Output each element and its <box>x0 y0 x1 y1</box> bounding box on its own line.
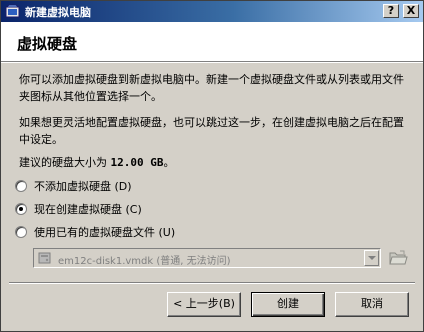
hard-disk-icon <box>38 252 51 264</box>
create-disk-option[interactable]: 现在创建虚拟硬盘 (C) <box>15 201 142 217</box>
virtualbox-icon <box>5 4 20 18</box>
folder-open-icon[interactable] <box>387 248 409 268</box>
create-disk-label[interactable]: 现在创建虚拟硬盘 (C) <box>34 201 142 217</box>
footer-divider <box>9 282 415 284</box>
page-title: 虚拟硬盘 <box>17 35 78 53</box>
description-paragraph: 你可以添加虚拟硬盘到新虚拟电脑中。新建一个虚拟硬盘文件或从列表或用文件夹图标从其… <box>19 73 404 103</box>
wizard-header: 虚拟硬盘 <box>1 22 423 61</box>
cancel-button[interactable]: 取消 <box>335 292 409 317</box>
recommended-suffix: 。 <box>163 156 175 169</box>
no-disk-radio[interactable] <box>15 180 27 192</box>
existing-disk-label[interactable]: 使用已有的虚拟硬盘文件 (U) <box>34 224 175 240</box>
create-disk-radio[interactable] <box>15 203 27 215</box>
existing-disk-option[interactable]: 使用已有的虚拟硬盘文件 (U) <box>15 224 175 240</box>
existing-disk-value: em12c-disk1.vmdk (普通, 无法访问) <box>58 256 231 267</box>
chevron-down-icon[interactable] <box>364 250 379 266</box>
title-bar[interactable]: 新建虚拟电脑 ? X <box>1 1 423 22</box>
help-button[interactable]: ? <box>383 4 399 18</box>
recommended-size-text: 建议的硬盘大小为 12.00 GB。 <box>19 154 411 171</box>
flexibility-paragraph: 如果想更灵活地配置虚拟硬盘，也可以跳过这一步，在创建虚拟电脑之后在配置中设定。 <box>19 116 404 146</box>
recommended-prefix: 建议的硬盘大小为 <box>19 156 111 169</box>
back-button[interactable]: < 上一步(B) <box>167 292 241 317</box>
recommended-size-value: 12.00 GB <box>110 156 164 169</box>
close-button[interactable]: X <box>403 4 419 18</box>
window-title: 新建虚拟电脑 <box>25 6 91 19</box>
create-button[interactable]: 创建 <box>251 292 325 317</box>
new-vm-wizard-window: 新建虚拟电脑 ? X 虚拟硬盘 你可以添加虚拟硬盘到新虚拟电脑中。新建一个虚拟硬… <box>0 0 424 332</box>
no-disk-label[interactable]: 不添加虚拟硬盘 (D) <box>34 178 132 194</box>
existing-disk-select[interactable]: em12c-disk1.vmdk (普通, 无法访问) <box>33 248 381 268</box>
header-divider <box>1 61 423 63</box>
existing-disk-radio[interactable] <box>15 226 27 238</box>
no-disk-option[interactable]: 不添加虚拟硬盘 (D) <box>15 178 132 194</box>
